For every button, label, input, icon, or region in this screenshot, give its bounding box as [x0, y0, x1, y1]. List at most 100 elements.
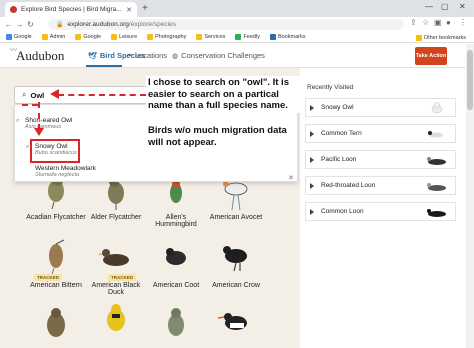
address-bar: ← → ↻ 🔒 explorer.audubon.org/explore/spe…	[0, 17, 474, 32]
reload-icon[interactable]: ↻	[25, 20, 36, 29]
suggestion-item[interactable]: Western Meadowlark Sturnella neglecta	[35, 165, 96, 178]
bookmark-star-icon[interactable]: ☆	[422, 18, 429, 27]
american-coot-image	[162, 248, 186, 265]
folder-icon	[415, 34, 422, 41]
maximize-icon[interactable]: ▢	[441, 2, 449, 11]
annotation-text: Birds w/o much migration data will not a…	[146, 124, 296, 149]
url-host: explorer.audubon.org	[67, 21, 129, 28]
recent-item-common-loon[interactable]: Common Loon	[305, 202, 456, 221]
folder-icon	[196, 34, 203, 40]
suggestion-name: Western Meadowlark	[35, 165, 96, 172]
active-nav-indicator	[86, 65, 122, 67]
selection-highlight-box	[30, 139, 80, 163]
pacific-loon-thumbnail	[427, 157, 446, 165]
recent-item-label: Common Tern	[321, 130, 362, 137]
browser-tab-bar: Explore Bird Species | Bird Migra... ✕ +…	[0, 0, 474, 17]
search-icon: ⌕	[26, 144, 30, 150]
bird-image[interactable]	[38, 305, 74, 345]
suggestion-name: Short-eared Owl	[25, 117, 73, 124]
common-loon-thumbnail	[427, 209, 446, 217]
annotation-arrowhead	[34, 128, 44, 136]
play-icon	[310, 209, 314, 215]
share-icon[interactable]: ⇪	[410, 18, 417, 27]
bookmark-admin[interactable]: Admin	[41, 34, 65, 40]
nav-locations[interactable]: ⌖ Locations	[128, 51, 167, 60]
recent-item-snowy-owl[interactable]: Snowy Owl	[305, 98, 456, 117]
nav-conservation-challenges[interactable]: ◍ Conservation Challenges	[172, 51, 265, 60]
browser-tab[interactable]: Explore Bird Species | Bird Migra... ✕	[5, 2, 137, 17]
annotation-arrow	[38, 102, 40, 130]
site-header: 〰 Audubon 🕊 Bird Species ⌖ Locations ◍ Cons…	[0, 44, 474, 68]
extension-icon[interactable]: ▣	[434, 18, 442, 27]
recent-item-common-tern[interactable]: Common Tern	[305, 124, 456, 143]
google-icon	[6, 34, 12, 40]
bird-card[interactable]: TRACKED American Bittern	[26, 238, 86, 293]
feedly-icon	[235, 34, 242, 40]
folder-icon	[111, 34, 118, 40]
scrollbar-thumb[interactable]	[467, 50, 473, 110]
bookmark-feedly[interactable]: Feedly	[235, 34, 260, 40]
bookmark-services[interactable]: Services	[196, 34, 225, 40]
suggestion-scientific-name: Asio flammeus	[25, 124, 62, 130]
play-icon	[310, 157, 314, 163]
recent-item-pacific-loon[interactable]: Pacific Loon	[305, 150, 456, 169]
recently-visited-title: Recently Visited	[307, 84, 354, 91]
clear-search-icon[interactable]: ✕	[288, 174, 294, 182]
other-bookmarks[interactable]: Other bookmarks	[415, 32, 466, 43]
suggestion-item[interactable]: ⌕ Short-eared Owl Asio flammeus	[16, 117, 73, 130]
annotation-arrow	[58, 94, 146, 96]
search-icon: ⌕	[22, 90, 27, 99]
profile-icon[interactable]: ●	[446, 18, 451, 27]
audubon-logo[interactable]: 〰 Audubon	[10, 46, 64, 64]
folder-icon	[147, 34, 154, 40]
bookmark-bookmarks[interactable]: Bookmarks	[269, 34, 305, 40]
annotation-text: I chose to search on "owl". It is easier…	[146, 76, 306, 113]
location-pin-icon: ⌖	[128, 51, 132, 59]
url-path: /explore/species	[128, 21, 176, 28]
audubon-favicon-icon	[10, 6, 17, 13]
back-icon[interactable]: ←	[3, 20, 14, 29]
window-close-icon[interactable]: ✕	[459, 2, 466, 11]
close-tab-icon[interactable]: ✕	[126, 6, 132, 14]
recent-item-label: Pacific Loon	[321, 156, 357, 163]
minimize-icon[interactable]: —	[425, 2, 433, 11]
new-tab-icon[interactable]: +	[142, 3, 148, 14]
bird-name: Acadian Flycatcher	[26, 214, 86, 221]
bookmark-google-2[interactable]: Google	[75, 34, 101, 40]
bird-image[interactable]	[158, 303, 194, 343]
bird-image[interactable]	[218, 303, 254, 343]
menu-kebab-icon[interactable]: ⋮	[459, 18, 467, 27]
bird-name: American Bittern	[30, 282, 82, 289]
tracked-badge: TRACKED	[108, 274, 136, 281]
nav-label: Conservation Challenges	[181, 51, 265, 60]
recent-item-label: Common Loon	[321, 208, 364, 215]
play-icon	[310, 105, 314, 111]
bird-card[interactable]: TRACKED American Black Duck	[86, 238, 146, 296]
bookmark-photography[interactable]: Photography	[147, 34, 186, 40]
bird-name: American Crow	[212, 282, 260, 289]
take-action-button[interactable]: Take Action	[415, 47, 447, 65]
american-crow-image	[223, 246, 247, 272]
search-value: Owl	[30, 90, 45, 100]
folder-icon	[41, 34, 48, 40]
bookmark-leisure[interactable]: Leisure	[111, 34, 137, 40]
bookmark-google[interactable]: Google	[6, 34, 32, 40]
play-icon	[310, 131, 314, 137]
recent-item-red-throated-loon[interactable]: Red-throated Loon	[305, 176, 456, 195]
bird-icon: 🕊	[88, 52, 97, 60]
bird-name: American Black Duck	[91, 282, 141, 296]
bird-image[interactable]	[98, 300, 134, 340]
play-icon	[310, 183, 314, 189]
url-field[interactable]: 🔒 explorer.audubon.org/explore/species	[48, 19, 404, 30]
bird-name: Alder Flycatcher	[90, 214, 142, 221]
american-bittern-image	[49, 239, 65, 275]
bird-card[interactable]: American Crow	[206, 238, 266, 293]
bookmarks-bar: Google Admin Google Leisure Photography …	[0, 32, 474, 43]
forward-icon[interactable]: →	[14, 20, 25, 29]
snowy-owl-thumbnail	[431, 102, 443, 114]
globe-icon: ◍	[172, 52, 179, 60]
bird-card[interactable]: American Coot	[146, 238, 206, 293]
bird-name: American Avocet	[209, 214, 263, 221]
bird-name: American Coot	[152, 282, 200, 289]
red-throated-loon-thumbnail	[427, 183, 446, 191]
